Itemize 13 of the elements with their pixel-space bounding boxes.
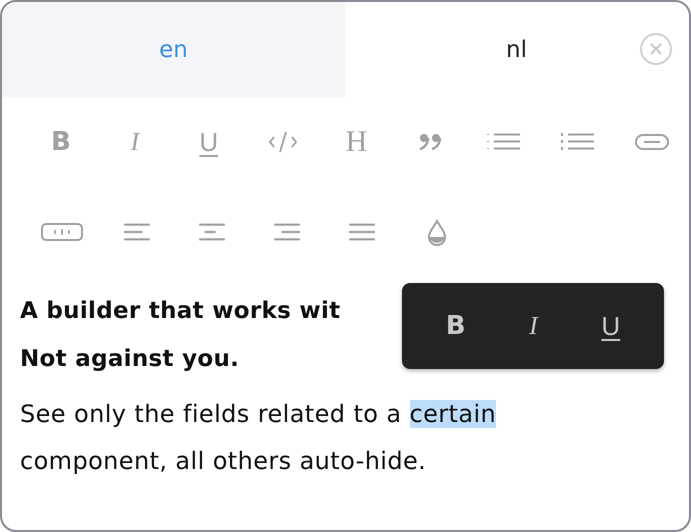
heading-text: Not against you. bbox=[20, 345, 240, 374]
heading-text: A builder that works wit bbox=[20, 297, 340, 326]
language-tab[interactable]: en bbox=[2, 2, 345, 97]
italic-button[interactable]: I bbox=[519, 305, 548, 347]
button-icon bbox=[40, 221, 84, 243]
underline-button[interactable]: U bbox=[591, 304, 630, 348]
close-icon[interactable] bbox=[639, 32, 673, 66]
bold-button[interactable]: B bbox=[24, 117, 98, 167]
underline-button[interactable]: U bbox=[172, 117, 246, 167]
bold-button[interactable]: B bbox=[436, 305, 476, 347]
italic-button[interactable]: I bbox=[98, 117, 172, 167]
paragraph-text: See only the fields related to a certain component, all others auto-hide. bbox=[20, 399, 498, 477]
heading-button[interactable]: H bbox=[320, 117, 394, 167]
